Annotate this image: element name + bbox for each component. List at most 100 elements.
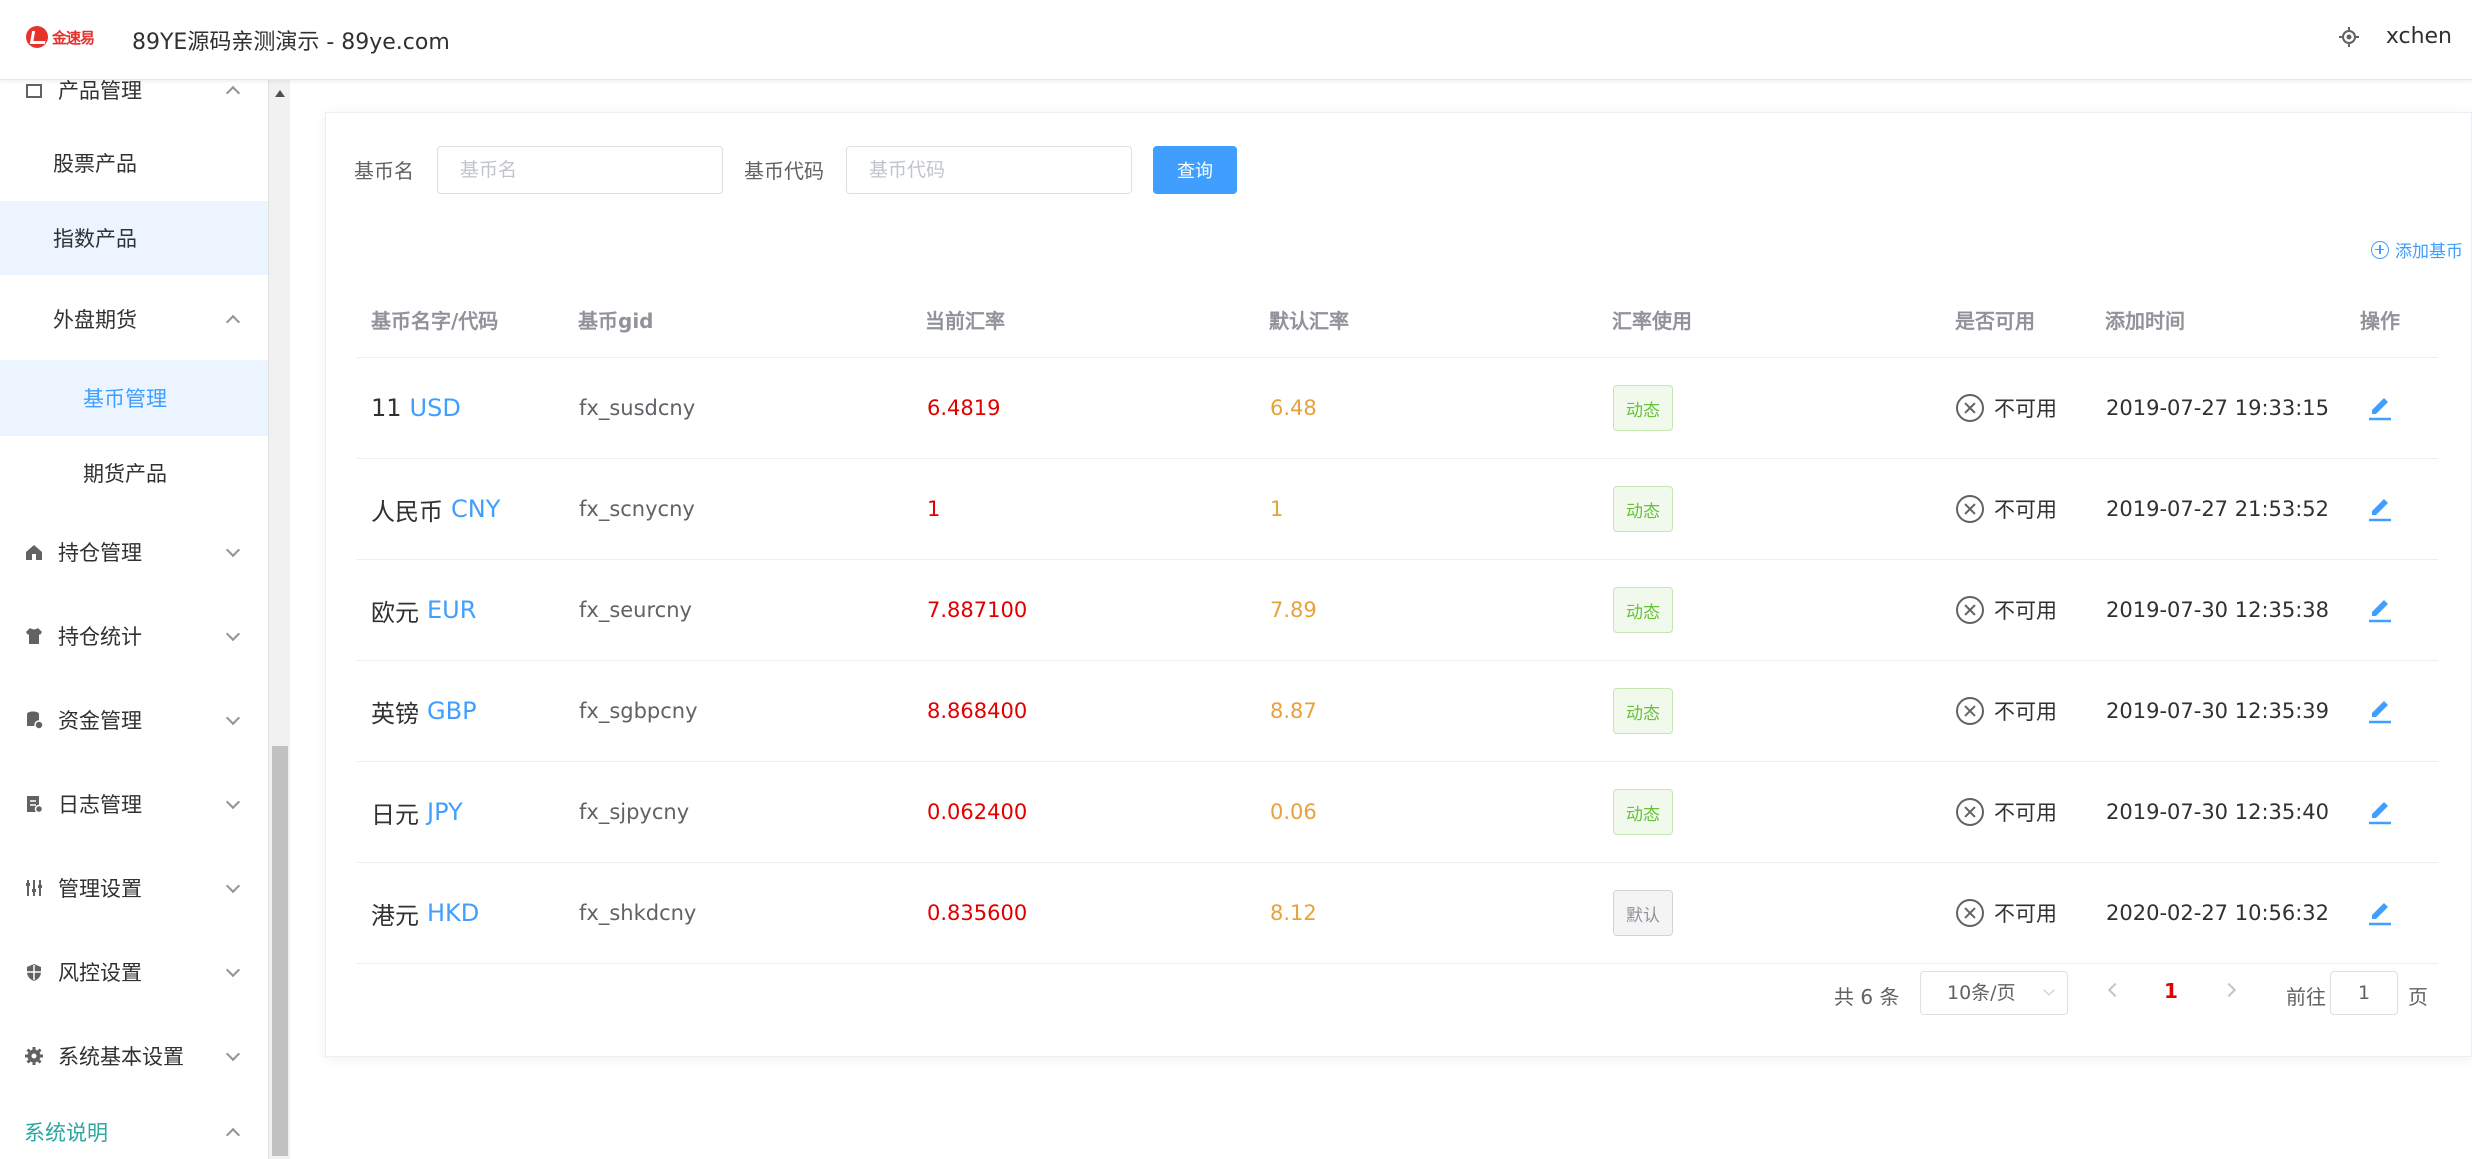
currency-code: USD [409, 394, 461, 422]
currency-name: 人民币 [371, 497, 443, 526]
prev-page-icon[interactable] [2107, 982, 2123, 998]
current-rate: 6.4819 [927, 396, 1001, 420]
page-size-select[interactable]: 10条/页 [1920, 971, 2068, 1015]
currency-gid: fx_sjpycny [579, 800, 690, 824]
rate-usage-tag: 动态 [1613, 385, 1673, 431]
shirt-icon [24, 626, 44, 646]
current-page[interactable]: 1 [2164, 979, 2178, 1003]
rate-usage-tag: 动态 [1613, 688, 1673, 734]
gear-icon [24, 1046, 44, 1066]
current-rate: 8.868400 [927, 699, 1028, 723]
sidebar-item-logs[interactable]: 日志管理 [0, 764, 268, 844]
currency-gid: fx_seurcny [579, 598, 692, 622]
actions-cell [2366, 762, 2394, 862]
currency-name-cell: 日元 JPY [371, 762, 463, 862]
actions-cell [2366, 459, 2394, 559]
edit-icon[interactable] [2366, 899, 2394, 927]
currency-name: 11 [371, 394, 402, 422]
scroll-up-arrow-icon[interactable] [275, 90, 285, 97]
current-rate: 1 [927, 497, 941, 521]
column-header-current-rate: 当前汇率 [925, 309, 1005, 333]
currency-name-input[interactable] [437, 146, 723, 194]
document-icon [24, 794, 44, 814]
default-rate: 8.87 [1270, 699, 1317, 723]
sidebar-item-product-management[interactable]: 产品管理 [0, 80, 268, 114]
sidebar-item-position-stats[interactable]: 持仓统计 [0, 596, 268, 676]
sidebar-item-label: 基币管理 [83, 387, 167, 411]
currency-gid: fx_scnycny [579, 497, 695, 521]
edit-icon[interactable] [2366, 495, 2394, 523]
rate-usage-tag: 动态 [1613, 486, 1673, 532]
column-header-gid: 基币gid [578, 309, 654, 333]
sidebar-item-admin-settings[interactable]: 管理设置 [0, 848, 268, 928]
settings-icon[interactable] [2338, 26, 2360, 48]
goto-label: 前往 [2286, 985, 2326, 1009]
chevron-up-icon [225, 85, 241, 101]
sidebar-scrollbar[interactable] [268, 80, 290, 1159]
availability-text: 不可用 [1994, 801, 2057, 825]
sidebar-item-label: 外盘期货 [53, 308, 137, 332]
chevron-down-icon [225, 1046, 241, 1062]
availability-cell: 不可用 [1956, 762, 2057, 862]
chevron-down-icon [225, 962, 241, 978]
sidebar-item-risk-settings[interactable]: 风控设置 [0, 932, 268, 1012]
sidebar-item-funds[interactable]: 资金管理 [0, 680, 268, 760]
sidebar-item-currency-management[interactable]: 基币管理 [0, 360, 268, 436]
sidebar-item-positions[interactable]: 持仓管理 [0, 512, 268, 592]
currency-gid: fx_susdcny [579, 396, 696, 420]
add-currency-link[interactable]: 添加基币 [2371, 237, 2463, 262]
edit-icon[interactable] [2366, 697, 2394, 725]
x-circle-icon [1956, 596, 1984, 624]
goto-page-input[interactable] [2330, 971, 2398, 1015]
currency-code: JPY [427, 798, 463, 826]
logo[interactable]: 金速易 [26, 22, 98, 52]
availability-text: 不可用 [1994, 397, 2057, 421]
added-time: 2019-07-27 21:53:52 [2106, 497, 2330, 521]
currency-code-input[interactable] [846, 146, 1132, 194]
edit-icon[interactable] [2366, 798, 2394, 826]
table-header: 基币名字/代码 基币gid 当前汇率 默认汇率 汇率使用 是否可用 添加时间 操… [356, 284, 2438, 358]
plus-circle-icon [2371, 240, 2389, 259]
sidebar-item-system-info[interactable]: 系统说明 [0, 1104, 268, 1159]
sidebar-item-index-products[interactable]: 指数产品 [0, 201, 268, 275]
username[interactable]: xchen [2386, 24, 2452, 49]
table-row: 11 USD fx_susdcny 6.4819 6.48 动态 不可用 201… [356, 358, 2438, 459]
edit-icon[interactable] [2366, 394, 2394, 422]
currency-name: 英镑 [371, 699, 419, 728]
header-right: xchen [2338, 24, 2452, 49]
current-rate: 0.835600 [927, 901, 1028, 925]
column-header-added-time: 添加时间 [2105, 309, 2185, 333]
database-icon [24, 710, 44, 730]
chevron-down-icon [2043, 984, 2055, 996]
chevron-down-icon [225, 794, 241, 810]
chevron-up-icon [225, 314, 241, 330]
query-button[interactable]: 查询 [1153, 146, 1237, 194]
sidebar-item-label: 系统基本设置 [58, 1045, 184, 1069]
edit-icon[interactable] [2366, 596, 2394, 624]
rate-usage-tag: 动态 [1613, 587, 1673, 633]
rate-usage-cell: 动态 [1613, 358, 1673, 458]
current-rate: 7.887100 [927, 598, 1028, 622]
currency-name-cell: 欧元 EUR [371, 560, 476, 660]
sidebar-item-foreign-futures[interactable]: 外盘期货 [0, 282, 268, 356]
table-row: 日元 JPY fx_sjpycny 0.062400 0.06 动态 不可用 2… [356, 762, 2438, 863]
added-time: 2020-02-27 10:56:32 [2106, 901, 2330, 925]
page-size-value: 10条/页 [1947, 982, 2016, 1004]
sidebar-item-label: 股票产品 [53, 152, 137, 176]
sidebar-item-futures-products[interactable]: 期货产品 [0, 436, 268, 510]
sidebar-item-stock-products[interactable]: 股票产品 [0, 126, 268, 200]
sidebar-item-label: 资金管理 [58, 709, 142, 733]
rate-usage-cell: 动态 [1613, 560, 1673, 660]
house-icon [24, 542, 44, 562]
sidebar-item-label: 系统说明 [24, 1121, 108, 1145]
chart-icon [24, 80, 44, 100]
column-header-actions: 操作 [2360, 309, 2400, 333]
currency-table: 基币名字/代码 基币gid 当前汇率 默认汇率 汇率使用 是否可用 添加时间 操… [356, 284, 2438, 964]
currency-name-cell: 港元 HKD [371, 863, 479, 963]
scrollbar-thumb[interactable] [272, 746, 288, 1156]
pagination: 共 6 条 10条/页 1 前往 页 [324, 971, 2471, 1015]
next-page-icon[interactable] [2221, 982, 2237, 998]
currency-code: EUR [427, 596, 477, 624]
sidebar-item-system-settings[interactable]: 系统基本设置 [0, 1016, 268, 1096]
sidebar-item-label: 风控设置 [58, 961, 142, 985]
